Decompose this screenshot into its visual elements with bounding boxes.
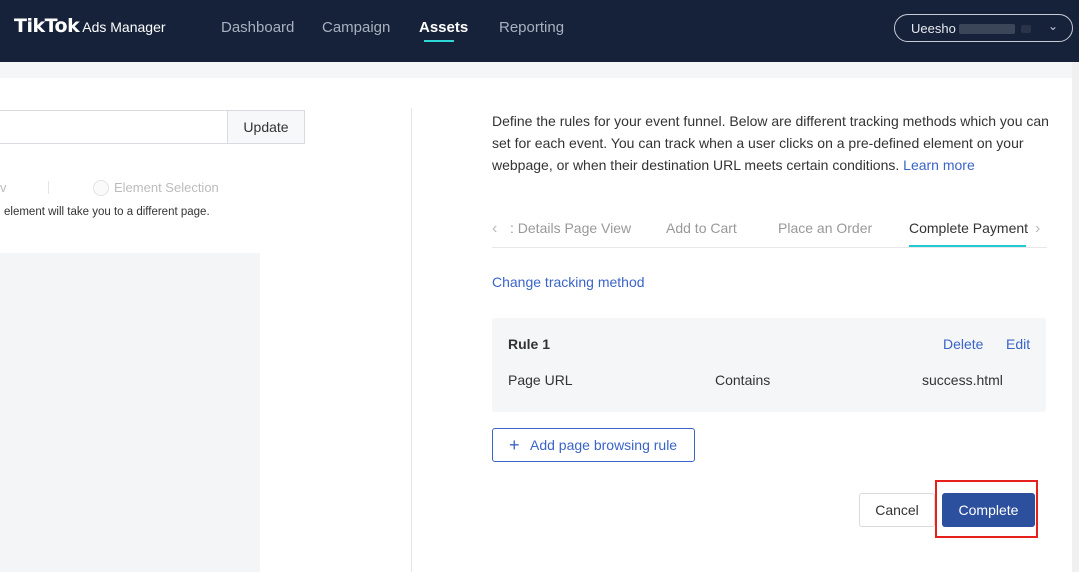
chevron-down-icon: ⌄	[1047, 19, 1058, 33]
nav-assets[interactable]: Assets	[419, 19, 468, 36]
element-selection-label[interactable]: Element Selection	[114, 180, 219, 195]
account-name-redaction-2	[1021, 25, 1031, 33]
tracking-method-tab-fragment[interactable]: v	[0, 180, 7, 195]
rule-card: Rule 1 Delete Edit Page URL Contains suc…	[492, 318, 1046, 412]
logo-subtitle: Ads Manager	[82, 19, 166, 35]
account-name: Ueesho	[911, 21, 956, 36]
rule-title: Rule 1	[508, 336, 551, 352]
learn-more-link[interactable]: Learn more	[903, 157, 975, 173]
event-tabs: ‹ : Details Page View Add to Cart Place …	[492, 218, 1047, 248]
page-scrollbar[interactable]	[1072, 62, 1079, 572]
column-divider	[411, 108, 412, 572]
page-preview-area	[0, 253, 260, 572]
active-tab-indicator	[909, 245, 1026, 247]
tab-complete-payment[interactable]: Complete Payment	[909, 220, 1028, 236]
top-header: TikTok Ads Manager Dashboard Campaign Ass…	[0, 0, 1079, 62]
url-input[interactable]	[0, 110, 228, 144]
change-tracking-method-link[interactable]: Change tracking method	[492, 274, 645, 290]
nav-campaign[interactable]: Campaign	[322, 19, 390, 36]
rule-operator: Contains	[715, 372, 771, 388]
edit-rule-link[interactable]: Edit	[1006, 336, 1030, 352]
chevron-left-icon[interactable]: ‹	[492, 220, 497, 238]
rule-field: Page URL	[508, 372, 573, 388]
tab-add-to-cart[interactable]: Add to Cart	[666, 220, 737, 236]
highlight-annotation	[935, 480, 1038, 538]
account-name-redaction	[959, 24, 1015, 34]
nav-dashboard[interactable]: Dashboard	[221, 19, 294, 36]
funnel-description: Define the rules for your event funnel. …	[492, 110, 1052, 176]
plus-icon: +	[509, 435, 520, 455]
update-button[interactable]: Update	[227, 110, 305, 144]
tracking-note: element will take you to a different pag…	[4, 206, 210, 218]
nav-active-indicator	[424, 40, 454, 42]
delete-rule-link[interactable]: Delete	[943, 336, 983, 352]
logo-brand: TikTok	[14, 15, 80, 37]
account-selector[interactable]: Ueesho ⌄	[894, 14, 1073, 42]
element-selection-radio[interactable]	[93, 180, 109, 196]
tab-place-an-order[interactable]: Place an Order	[778, 220, 872, 236]
add-rule-label: Add page browsing rule	[530, 437, 678, 453]
nav-reporting[interactable]: Reporting	[499, 19, 564, 36]
rule-value: success.html	[922, 372, 1003, 388]
cancel-button[interactable]: Cancel	[859, 493, 935, 527]
tab-details-page-view[interactable]: : Details Page View	[510, 220, 631, 236]
tiktok-ads-manager-logo[interactable]: TikTok Ads Manager	[14, 15, 166, 37]
tab-divider	[48, 181, 49, 194]
add-page-browsing-rule-button[interactable]: + Add page browsing rule	[492, 428, 695, 462]
chevron-right-icon[interactable]: ›	[1035, 220, 1040, 238]
